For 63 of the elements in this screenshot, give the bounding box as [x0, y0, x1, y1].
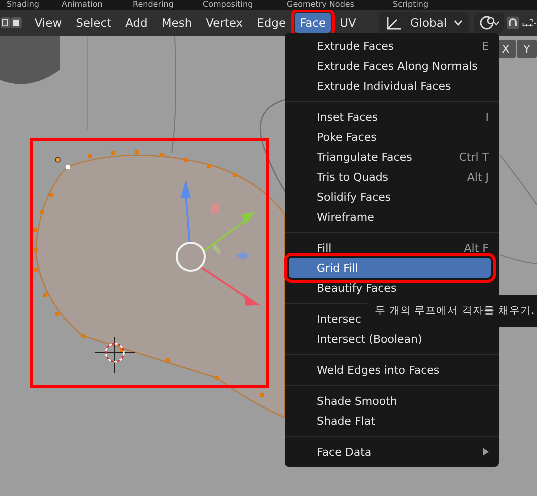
tooltip: 두 개의 루프에서 격자를 채우기.	[367, 295, 537, 327]
object-drawing	[0, 36, 60, 84]
menu-item[interactable]: Solidify Faces	[285, 187, 499, 207]
menu-item-label: Extrude Faces Along Normals	[317, 60, 479, 72]
menu-item[interactable]: Beautify Faces	[285, 278, 499, 298]
menu-button[interactable]: Mesh	[156, 13, 198, 33]
workspace-tab[interactable]: Geometry Nodes	[287, 0, 354, 10]
shortcut-label: Alt J	[467, 170, 489, 184]
menu-button[interactable]: Select	[71, 13, 117, 33]
menu-item[interactable]: Inset Faces I	[285, 107, 499, 127]
menu-item[interactable]: Grid Fill	[289, 258, 491, 278]
axis-button[interactable]: Y	[517, 40, 537, 58]
shortcut-label: Ctrl T	[459, 150, 489, 164]
workspace-tab[interactable]: Shading	[7, 0, 40, 10]
menu-button[interactable]: UV	[335, 13, 362, 33]
menu-item[interactable]: Face Data	[285, 442, 499, 462]
menu-button[interactable]: Add	[120, 13, 153, 33]
menu-button[interactable]: Vertex	[201, 13, 248, 33]
menu-item[interactable]: Weld Edges into Faces	[285, 360, 499, 380]
menu-item[interactable]: Wireframe	[285, 207, 499, 227]
workspace-tab[interactable]: Animation	[62, 0, 103, 10]
3d-cursor-icon	[94, 336, 136, 374]
shortcut-label: Alt F	[464, 242, 489, 254]
wire-line	[500, 154, 537, 206]
menu-button[interactable]: View	[30, 13, 68, 33]
menu-item-label: Intersect (Boolean)	[317, 332, 424, 346]
menu-item[interactable]: Tris to Quads Alt J	[285, 167, 499, 187]
menu-item-label: Poke Faces	[317, 130, 378, 144]
menu-item[interactable]: Extrude Faces Along Normals	[285, 56, 499, 76]
chevron-icon	[454, 20, 464, 26]
wire-line	[500, 254, 537, 264]
menu-item[interactable]: Extrude Individual Faces	[285, 76, 499, 96]
pivot-dropdown[interactable]	[474, 13, 504, 33]
menu-item[interactable]: Fill Alt F	[285, 238, 499, 258]
menu-item[interactable]: Triangulate Faces Ctrl T	[285, 147, 499, 167]
menu-item-label: Inset Faces	[317, 110, 380, 124]
axes-icon	[385, 15, 404, 31]
workspace-tab[interactable]: Scripting	[393, 0, 429, 10]
menu-item-label: Triangulate Faces	[317, 150, 414, 164]
menu-item-label: Shade Flat	[317, 414, 376, 428]
menu-item-label: Shade Smooth	[317, 394, 398, 408]
menu-item-label: Wireframe	[317, 210, 376, 224]
workspace-tab[interactable]: Rendering	[133, 0, 174, 10]
menu-item[interactable]: Poke Faces	[285, 127, 499, 147]
workspace-tab[interactable]: Compositing	[203, 0, 254, 10]
menu-item[interactable]: Shade Flat	[285, 411, 499, 431]
menu-item-label: Fill	[317, 242, 333, 254]
menu-item-label: Grid Fill	[317, 262, 360, 274]
menu-item-label: Extrude Individual Faces	[317, 80, 452, 92]
menu-item[interactable]: Extrude Faces E	[285, 36, 499, 56]
shortcut-label: E	[482, 40, 489, 52]
menu-item[interactable]: Intersect (Boolean)	[285, 329, 499, 349]
menu-item-label: Weld Edges into Faces	[317, 364, 441, 376]
menu-item-label: Extrude Faces	[317, 40, 396, 52]
shortcut-label: I	[486, 110, 489, 124]
menu-button[interactable]: Face	[295, 13, 332, 33]
menu-item-label: Beautify Faces	[317, 282, 398, 294]
menu-item-label: Tris to Quads	[317, 170, 390, 184]
menu-item-label: Solidify Faces	[317, 190, 392, 204]
menu-item-label: Face Data	[317, 446, 373, 458]
menu-button[interactable]: Edge	[252, 13, 292, 33]
menu-item[interactable]: Shade Smooth	[285, 391, 499, 411]
orientation-dropdown[interactable]: Global	[379, 12, 470, 34]
